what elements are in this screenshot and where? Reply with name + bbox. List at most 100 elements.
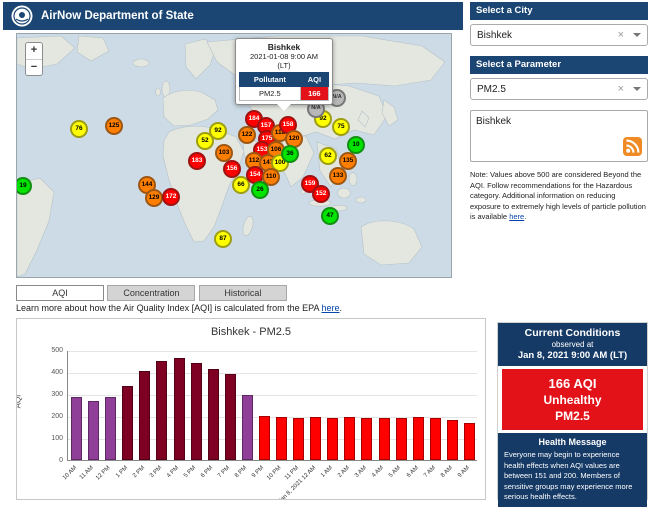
aqi-note: Note: Values above 500 are considered Be… <box>470 170 648 223</box>
select-parameter-header: Select a Parameter <box>470 56 648 74</box>
aqi-marker[interactable]: 36 <box>281 145 299 163</box>
chart-bar <box>242 395 253 460</box>
zoom-out-button[interactable]: − <box>26 59 42 75</box>
chart-x-tick-label: 12 PM <box>95 465 112 482</box>
parameter-select[interactable]: PM2.5 × <box>470 78 648 100</box>
current-aqi-category: Unhealthy <box>504 393 641 407</box>
rss-icon[interactable] <box>623 137 642 156</box>
aqi-marker[interactable]: 129 <box>145 189 163 207</box>
aqi-marker[interactable]: 183 <box>188 152 206 170</box>
aqi-world-map[interactable]: + − 197612514412917252921831031566618415… <box>16 33 452 278</box>
chart-x-tick-label: 9 AM <box>457 465 471 479</box>
parameter-select-value: PM2.5 <box>477 84 613 95</box>
popup-date: 2021-01-08 9:00 AM <box>239 52 329 61</box>
note-link[interactable]: here <box>509 212 524 221</box>
chart-x-tick-label: 4 AM <box>371 465 385 479</box>
rss-feed-box: Bishkek <box>470 110 648 162</box>
note-text: Note: Values above 500 are considered Be… <box>470 170 646 221</box>
chart-x-tick-label: 1 AM <box>320 465 334 479</box>
chart-bar <box>225 374 236 460</box>
chart-bar <box>156 361 167 460</box>
note-period: . <box>524 212 526 221</box>
chart-bar <box>396 418 407 460</box>
chart-bar <box>447 420 458 460</box>
popup-city: Bishkek <box>239 42 329 52</box>
chart-title: Bishkek - PM2.5 <box>17 326 485 338</box>
aqi-marker[interactable]: 125 <box>105 117 123 135</box>
dos-seal-icon <box>11 5 33 27</box>
learn-more-line: Learn more about how the Air Quality Ind… <box>16 303 342 313</box>
chart-y-axis-title: AQI <box>16 395 22 409</box>
popup-col-pollutant: Pollutant <box>240 73 301 87</box>
aqi-marker[interactable]: 76 <box>70 120 88 138</box>
chart-x-tick-label: 7 AM <box>423 465 437 479</box>
city-dropdown-arrow-icon[interactable] <box>633 33 641 37</box>
aqi-marker[interactable]: 92 <box>209 122 227 140</box>
epa-link[interactable]: here <box>322 303 340 313</box>
chart-x-tick-label: 6 PM <box>200 465 214 479</box>
chart-x-tick-label: 6 AM <box>406 465 420 479</box>
app-header: AirNow Department of State <box>3 2 463 30</box>
health-message-title: Health Message <box>504 437 641 447</box>
health-message-section: Health Message Everyone may begin to exp… <box>498 433 647 507</box>
aqi-marker[interactable]: 135 <box>339 152 357 170</box>
current-conditions-header: Current Conditions observed at Jan 8, 20… <box>498 323 647 366</box>
aqi-marker[interactable]: 87 <box>214 230 232 248</box>
chart-bar <box>464 423 475 460</box>
chart-x-tick-label: 4 PM <box>166 465 180 479</box>
health-message-text: Everyone may begin to experience health … <box>504 450 641 503</box>
chart-x-tick-label: 10 AM <box>62 465 78 481</box>
aqi-bar-chart: Bishkek - PM2.5 AQI 010020030040050010 A… <box>16 318 486 500</box>
chart-x-tick-label: 2 AM <box>337 465 351 479</box>
chart-bar <box>430 418 441 460</box>
aqi-marker[interactable]: 26 <box>251 181 269 199</box>
chart-bar <box>259 416 270 460</box>
chart-x-tick-label: 10 PM <box>266 465 283 482</box>
popup-table: Pollutant AQI PM2.5 166 <box>239 72 329 101</box>
page-title: AirNow Department of State <box>41 10 194 22</box>
current-conditions-panel: Current Conditions observed at Jan 8, 20… <box>497 322 648 500</box>
chart-bar <box>361 418 372 460</box>
aqi-marker[interactable]: 62 <box>319 147 337 165</box>
learn-more-text: Learn more about how the Air Quality Ind… <box>16 303 322 313</box>
chart-x-tick-label: 9 PM <box>252 465 266 479</box>
parameter-clear-icon[interactable]: × <box>613 83 629 95</box>
chart-gridline <box>68 351 477 352</box>
aqi-marker[interactable]: 172 <box>162 188 180 206</box>
tab-aqi[interactable]: AQI <box>16 285 104 301</box>
parameter-dropdown-arrow-icon[interactable] <box>633 87 641 91</box>
popup-pollutant-value: PM2.5 <box>240 87 301 101</box>
aqi-marker[interactable]: 152 <box>312 185 330 203</box>
tab-concentration[interactable]: Concentration <box>107 285 195 301</box>
chart-bar <box>413 417 424 460</box>
aqi-marker[interactable]: 47 <box>321 207 339 225</box>
current-aqi-value: 166 AQI <box>504 376 641 391</box>
chart-y-tick-label: 200 <box>29 413 63 420</box>
chart-bar <box>191 363 202 460</box>
chart-bar <box>208 369 219 460</box>
popup-timezone: (LT) <box>239 61 329 70</box>
aqi-marker[interactable]: 122 <box>238 126 256 144</box>
popup-col-aqi: AQI <box>300 73 328 87</box>
chart-x-tick-label: 8 PM <box>234 465 248 479</box>
city-select-value: Bishkek <box>477 30 613 41</box>
aqi-marker[interactable]: 75 <box>332 118 350 136</box>
chart-bar <box>293 418 304 460</box>
tab-historical[interactable]: Historical <box>199 285 287 301</box>
chart-bar <box>139 371 150 460</box>
chart-x-tick-label: 3 PM <box>149 465 163 479</box>
aqi-marker[interactable]: 10 <box>347 136 365 154</box>
chart-x-tick-label: 3 AM <box>354 465 368 479</box>
chart-plot-area <box>67 351 477 461</box>
city-clear-icon[interactable]: × <box>613 29 629 41</box>
aqi-marker[interactable]: 133 <box>329 167 347 185</box>
map-zoom-control: + − <box>25 42 43 76</box>
chart-gridline <box>68 373 477 374</box>
select-city-header: Select a City <box>470 2 648 20</box>
chart-bar <box>344 417 355 460</box>
chart-x-tick-label: 5 AM <box>388 465 402 479</box>
city-select[interactable]: Bishkek × <box>470 24 648 46</box>
current-conditions-title: Current Conditions <box>500 327 645 339</box>
popup-aqi-value: 166 <box>300 87 328 101</box>
zoom-in-button[interactable]: + <box>26 43 42 59</box>
